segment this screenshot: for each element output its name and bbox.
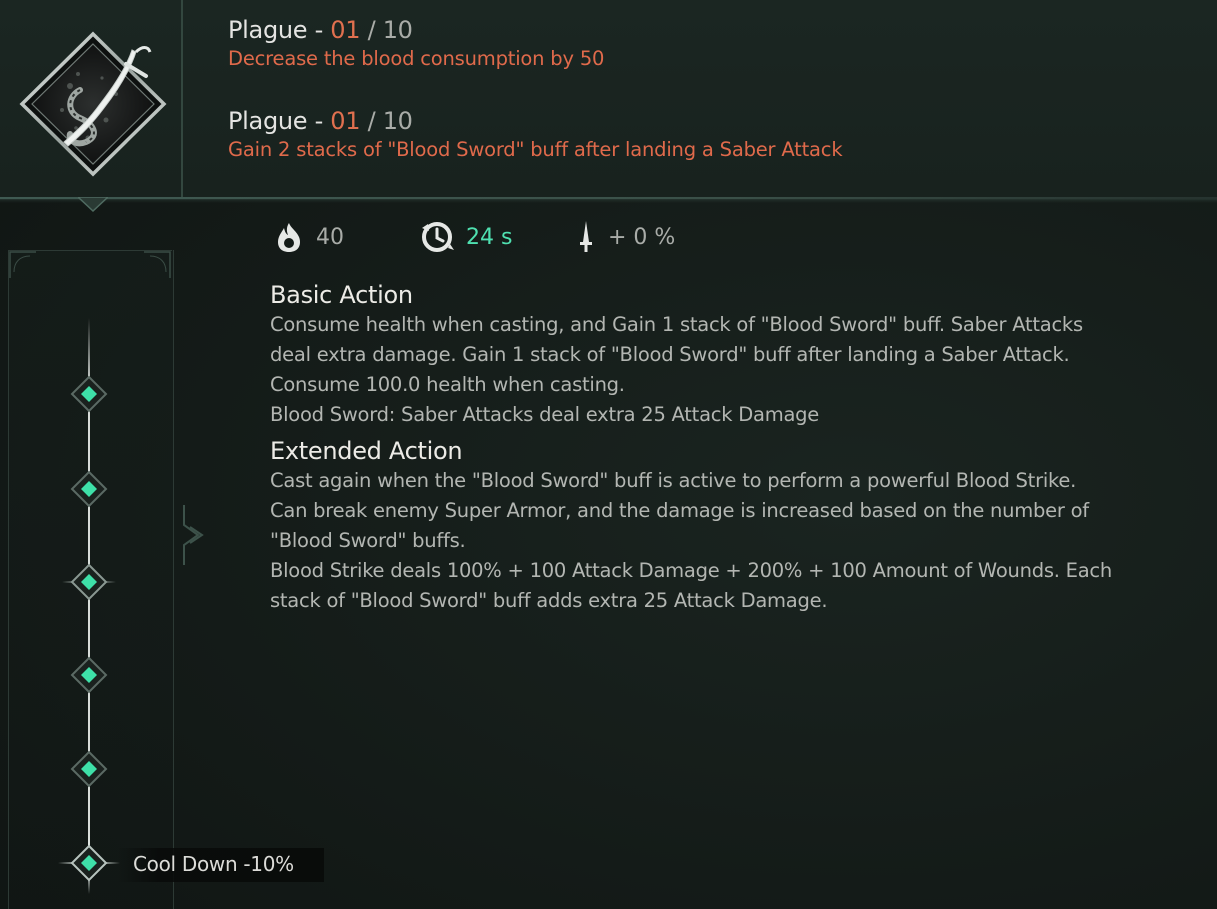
attack-bonus-stat: + 0 % xyxy=(576,220,675,254)
talent-node-active[interactable] xyxy=(62,555,116,609)
plague-title: Plague - 01 / 10 xyxy=(228,106,842,136)
basic-action-section: Basic Action Consume health when casting… xyxy=(270,280,1083,430)
basic-action-title: Basic Action xyxy=(270,281,413,309)
basic-action-line: Blood Sword: Saber Attacks deal extra 25… xyxy=(270,403,820,426)
plague-name: Plague - xyxy=(228,16,331,44)
plague-separator: / xyxy=(360,16,383,44)
corner-ornament-icon xyxy=(9,251,36,278)
basic-action-line: Consume health when casting, and Gain 1 … xyxy=(270,313,1083,336)
panel-chevron-right-icon xyxy=(183,505,204,565)
header-divider-glow xyxy=(0,199,1217,203)
talent-node[interactable] xyxy=(70,375,108,413)
plague-level: 01 xyxy=(330,107,361,135)
basic-action-line: deal extra damage. Gain 1 stack of "Bloo… xyxy=(270,343,1070,366)
extended-action-line: "Blood Sword" buffs. xyxy=(270,529,466,552)
skill-detail-panel: Plague - 01 / 10 Decrease the blood cons… xyxy=(0,0,1217,909)
talent-node[interactable] xyxy=(70,656,108,694)
extended-action-line: Blood Strike deals 100% + 100 Attack Dam… xyxy=(270,559,1113,582)
plague-description: Gain 2 stacks of "Blood Sword" buff afte… xyxy=(228,138,843,161)
extended-action-line: stack of "Blood Sword" buff adds extra 2… xyxy=(270,589,828,612)
saber-serpent-icon[interactable] xyxy=(18,30,168,178)
talent-node[interactable] xyxy=(70,750,108,788)
cooldown-stat: 24 s xyxy=(420,220,512,254)
talent-node-label: Cool Down -10% xyxy=(133,852,294,876)
talent-node[interactable] xyxy=(70,470,108,508)
extended-action-line: Cast again when the "Blood Sword" buff i… xyxy=(270,469,1077,492)
header-notch-icon xyxy=(78,197,108,213)
plague-entry: Plague - 01 / 10 Decrease the blood cons… xyxy=(228,15,604,73)
talent-node-selected[interactable] xyxy=(58,832,120,894)
cooldown-value: 24 s xyxy=(466,224,513,250)
plague-max-level: 10 xyxy=(382,16,413,44)
extended-action-line: Can break enemy Super Armor, and the dam… xyxy=(270,499,1089,522)
plague-entry: Plague - 01 / 10 Gain 2 stacks of "Blood… xyxy=(228,106,843,164)
plague-level: 01 xyxy=(330,16,361,44)
plague-name: Plague - xyxy=(228,107,331,135)
corner-ornament-icon xyxy=(144,251,171,278)
header-column-divider xyxy=(181,0,183,198)
cooldown-clock-icon xyxy=(422,222,454,252)
basic-action-line: Consume 100.0 health when casting. xyxy=(270,373,625,396)
dagger-icon xyxy=(580,221,592,252)
extended-action-title: Extended Action xyxy=(270,437,463,465)
blood-flame-icon xyxy=(278,223,300,252)
talent-node-tooltip: Cool Down -10% xyxy=(118,848,324,882)
plague-max-level: 10 xyxy=(382,107,413,135)
plague-description: Decrease the blood consumption by 50 xyxy=(228,47,605,70)
extended-action-section: Extended Action Cast again when the "Blo… xyxy=(270,436,1112,616)
blood-cost-stat: 40 xyxy=(274,220,344,254)
blood-cost-value: 40 xyxy=(316,224,344,250)
plague-title: Plague - 01 / 10 xyxy=(228,15,604,45)
plague-separator: / xyxy=(360,107,383,135)
attack-bonus-value: + 0 % xyxy=(608,224,676,250)
